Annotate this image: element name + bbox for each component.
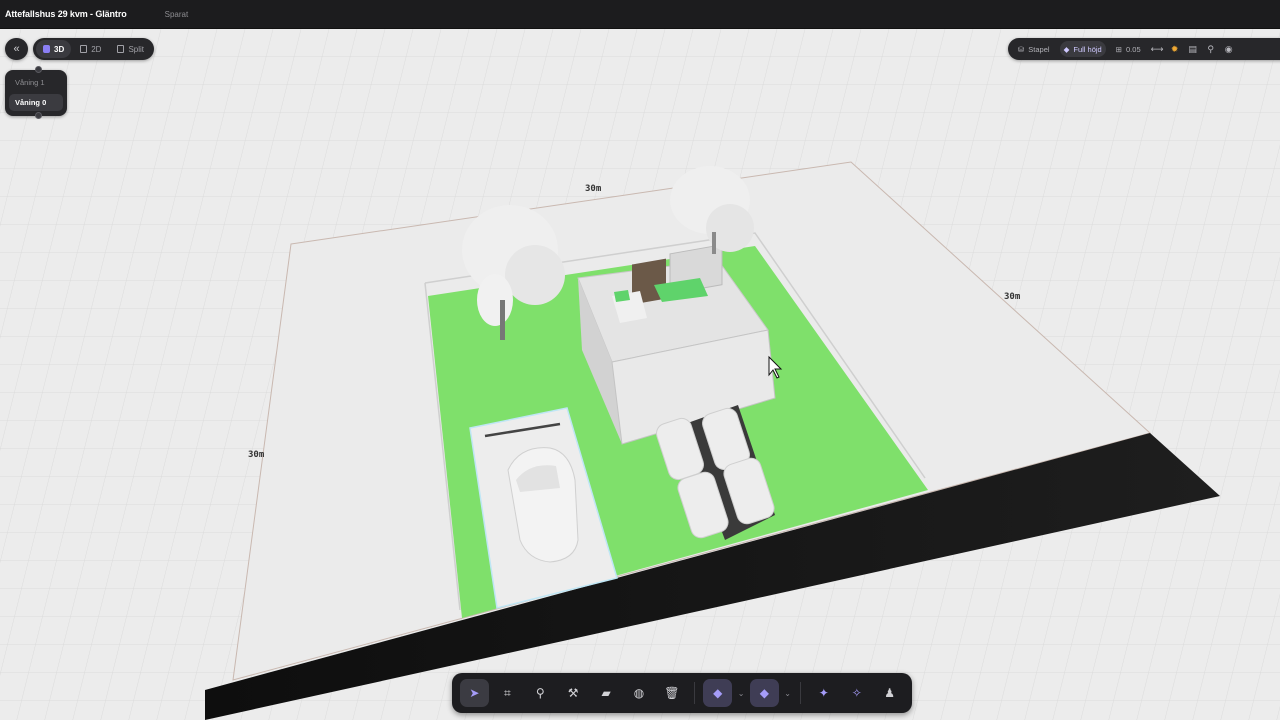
- texture-tool-button[interactable]: ◍: [625, 679, 654, 707]
- trash-icon: 🗑: [664, 686, 680, 700]
- 3d-viewport[interactable]: [0, 29, 1280, 720]
- dimension-left: 30m: [248, 450, 265, 460]
- map-pin-icon: ⚲: [535, 686, 545, 700]
- building-icon[interactable]: ▤: [1187, 44, 1199, 55]
- person-icon: ♟: [884, 686, 896, 700]
- stack-icon: ⛁: [1018, 44, 1025, 54]
- full-height-toggle[interactable]: ◆ Full höjd: [1059, 41, 1106, 57]
- display-options-toolbar: ⛁ Stapel ◆ Full höjd ⊞ 0.05 ⟷ ✹ ▤ ⚲ ◉: [1008, 38, 1280, 60]
- cube-icon: [43, 45, 50, 53]
- bottom-tool-bar: ➤ ⌗ ⚲ ⚒ ▰ ◍ 🗑 ◆ ⌄ ◆ ⌄ ✦ ✧ ♟: [452, 673, 912, 713]
- save-status: Sparat: [164, 9, 189, 19]
- material-tool-button[interactable]: ▰: [592, 679, 621, 707]
- view-mode-3d[interactable]: 3D: [36, 40, 72, 58]
- chevron-down-icon[interactable]: ⌄: [736, 689, 746, 698]
- orbit-icon: ✦: [818, 686, 829, 700]
- chevron-down-icon[interactable]: ⌄: [783, 689, 793, 698]
- view-mode-switch: 3D 2D Split: [33, 38, 155, 60]
- dimension-top: 30m: [585, 184, 602, 194]
- floor-item-1[interactable]: Våning 1: [9, 74, 63, 91]
- hammer-tool-button[interactable]: ⚒: [559, 679, 588, 707]
- walk-tool-button[interactable]: ✧: [842, 679, 871, 707]
- walk-icon: ✧: [851, 686, 862, 700]
- eye-icon[interactable]: ◉: [1223, 44, 1235, 55]
- top-bar: Attefallshus 29 kvm - Gläntro Sparat: [0, 0, 1280, 29]
- toolbar-divider: [694, 682, 696, 704]
- square-icon: [80, 45, 88, 53]
- layer-tool-b-button[interactable]: ◆: [749, 679, 779, 707]
- collapse-sidebar-button[interactable]: «: [5, 38, 28, 60]
- layers-icon: ◆: [759, 686, 769, 700]
- signpost-icon[interactable]: ⚲: [1205, 44, 1217, 55]
- delete-tool-button[interactable]: 🗑: [657, 679, 686, 707]
- grid-size-control[interactable]: ⊞ 0.05: [1112, 41, 1145, 57]
- select-tool-button[interactable]: ➤: [460, 679, 489, 707]
- hammer-icon: ⚒: [567, 686, 579, 700]
- sun-icon[interactable]: ✹: [1169, 44, 1181, 55]
- view-mode-2d[interactable]: 2D: [73, 40, 108, 58]
- person-tool-button[interactable]: ♟: [875, 679, 904, 707]
- double-chevron-left-icon: «: [13, 43, 20, 55]
- ruler-icon[interactable]: ⟷: [1151, 44, 1164, 55]
- stack-toggle[interactable]: ⛁ Stapel: [1014, 41, 1054, 57]
- pin-tool-button[interactable]: ⚲: [526, 679, 555, 707]
- floor-selector: Våning 1 Våning 0: [5, 66, 67, 119]
- layer-tool-a-button[interactable]: ◆: [703, 679, 733, 707]
- split-icon: [117, 45, 125, 53]
- layers-icon: ◆: [1063, 44, 1070, 54]
- orbit-tool-button[interactable]: ✦: [809, 679, 838, 707]
- project-title[interactable]: Attefallshus 29 kvm - Gläntro: [5, 9, 127, 19]
- view-mode-split[interactable]: Split: [110, 40, 151, 58]
- floor-add-bottom-handle[interactable]: [35, 112, 42, 119]
- toolbar-divider: [800, 682, 802, 704]
- cursor-icon: ➤: [469, 686, 480, 700]
- floor-add-top-handle[interactable]: [35, 66, 42, 73]
- grid-icon: ⊞: [1115, 44, 1123, 54]
- layers-icon: ◆: [713, 686, 723, 700]
- crop-tool-button[interactable]: ⌗: [493, 679, 522, 707]
- dimension-right: 30m: [1004, 292, 1021, 302]
- floor-item-0[interactable]: Våning 0: [9, 94, 63, 111]
- brick-icon: ▰: [601, 686, 611, 700]
- globe-icon: ◍: [633, 686, 645, 700]
- crop-icon: ⌗: [503, 685, 511, 700]
